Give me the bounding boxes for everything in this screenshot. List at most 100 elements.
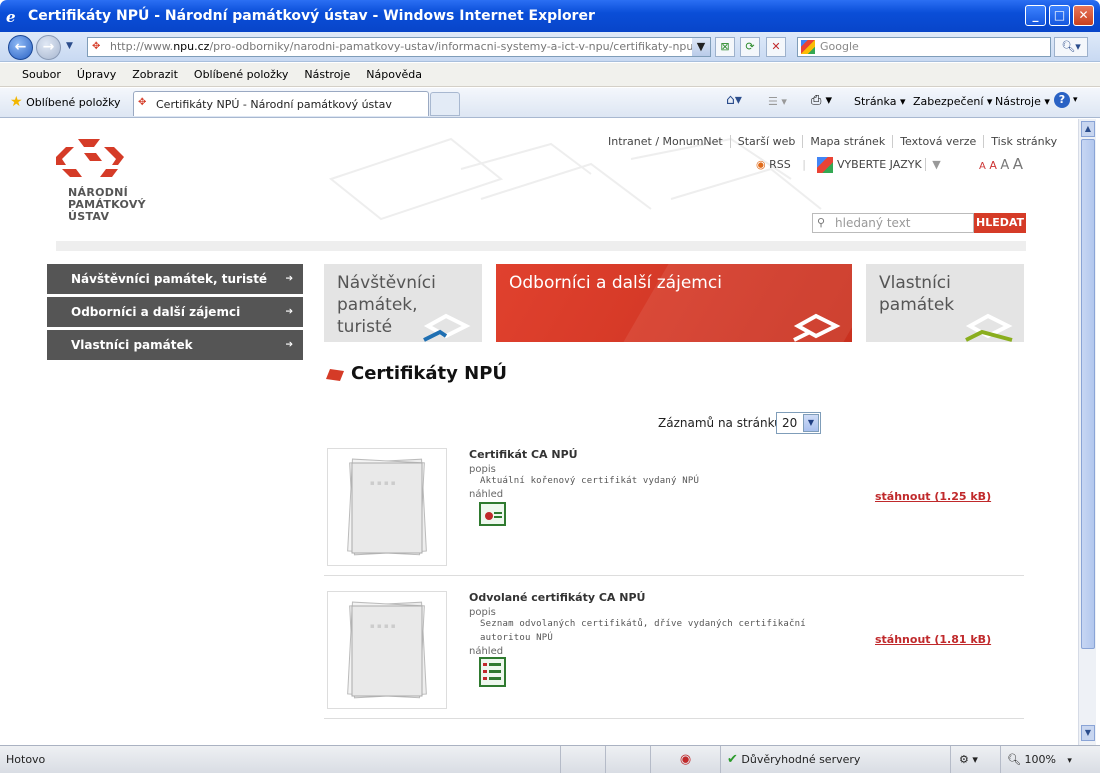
page-title: Certifikáty NPÚ	[351, 363, 508, 384]
link-sitemap[interactable]: Mapa stránek	[802, 135, 893, 148]
security-menu[interactable]: Zabezpečení ▾	[913, 95, 992, 108]
page-menu[interactable]: Stránka ▾	[854, 95, 905, 108]
download-link[interactable]: stáhnout (1.81 kB)	[875, 633, 991, 646]
zoom-control[interactable]: 🔍︎ 100% ▾	[1000, 746, 1096, 773]
download-link[interactable]: stáhnout (1.25 kB)	[875, 490, 991, 503]
star-icon: ★	[10, 94, 23, 110]
help-dropdown-icon[interactable]: ▾	[1073, 95, 1078, 105]
privacy-icon[interactable]: ◉	[650, 746, 720, 773]
back-button[interactable]: ←	[8, 35, 33, 60]
security-menu-label: Zabezpečení	[913, 95, 984, 108]
history-dropdown-icon[interactable]: ▼	[66, 41, 73, 51]
certificate-preview-icon[interactable]	[479, 502, 506, 526]
banner-owners[interactable]: Vlastníci památek	[866, 264, 1024, 342]
tools-menu[interactable]: Nástroje ▾	[995, 95, 1050, 108]
print-icon[interactable]: ⎙ ▾	[811, 93, 832, 108]
item-title: Odvolané certifikáty CA NPÚ	[469, 591, 646, 604]
menu-favorites[interactable]: Oblíbené položky	[194, 68, 289, 81]
search-go-icon[interactable]: 🔍︎▾	[1054, 37, 1088, 57]
left-menu-visitors[interactable]: Návštěvníci památek, turisté ➔	[47, 264, 303, 294]
banner-experts-icon	[793, 313, 841, 342]
zoom-icon: 🔍︎	[1007, 753, 1021, 766]
window-title: Certifikáty NPÚ - Národní památkový ústa…	[28, 8, 595, 24]
left-menu-experts-label: Odborníci a další zájemci	[71, 305, 241, 319]
browser-tab[interactable]: ✥ Certifikáty NPÚ - Národní památkový ús…	[133, 91, 429, 116]
refresh-icon[interactable]: ⟳	[740, 37, 760, 57]
banner-visitors[interactable]: Návštěvníci památek, turisté	[324, 264, 482, 342]
compatibility-view-icon[interactable]: ⊠	[715, 37, 735, 57]
ie-logo-icon: e	[6, 8, 16, 26]
menu-tools[interactable]: Nástroje	[304, 68, 350, 81]
font-size-small[interactable]: A	[979, 161, 986, 172]
menu-file[interactable]: Soubor	[22, 68, 61, 81]
left-menu-owners-label: Vlastníci památek	[71, 338, 193, 352]
address-input[interactable]: ✥ http://www.npu.cz/pro-odborniky/narodn…	[87, 37, 711, 57]
certificate-thumbnail[interactable]: ▪ ▪ ▪ ▪	[327, 448, 447, 566]
arrow-right-icon: ➔	[285, 340, 293, 350]
page-scrollbar[interactable]: ▲ ▼	[1078, 119, 1096, 745]
link-print[interactable]: Tisk stránky	[983, 135, 1065, 148]
search-icon: ⚲	[817, 216, 826, 229]
font-size-xlarge[interactable]: A	[1013, 155, 1023, 173]
url-prefix: http://www.	[110, 40, 174, 53]
tools-menu-label: Nástroje	[995, 95, 1041, 108]
logo-text: NÁRODNÍ PAMÁTKOVÝ ÚSTAV	[68, 187, 146, 223]
list-item: ▪ ▪ ▪ ▪ Odvolané certifikáty CA NPÚ popi…	[324, 591, 1024, 733]
site-search-button[interactable]: HLEDAT	[974, 213, 1026, 233]
language-label: VYBERTE JAZYK	[836, 158, 922, 171]
forward-button[interactable]: →	[36, 35, 61, 60]
left-menu-owners[interactable]: Vlastníci památek ➔	[47, 330, 303, 360]
home-icon[interactable]: ⌂▾	[726, 92, 742, 108]
list-item: ▪ ▪ ▪ ▪ Certifikát CA NPÚ popis Aktuální…	[324, 448, 1024, 590]
url-domain: npu.cz	[173, 40, 210, 53]
scroll-up-icon[interactable]: ▲	[1081, 121, 1095, 137]
left-menu-experts[interactable]: Odborníci a další zájemci ➔	[47, 297, 303, 327]
menu-view[interactable]: Zobrazit	[132, 68, 178, 81]
zoom-level: 100%	[1024, 753, 1056, 766]
font-size-normal[interactable]: A	[989, 159, 997, 172]
divider: |	[802, 158, 806, 171]
page-menu-label: Stránka	[854, 95, 897, 108]
font-size-large[interactable]: A	[1000, 158, 1009, 173]
item-title: Certifikát CA NPÚ	[469, 448, 578, 461]
banner-experts[interactable]: Odborníci a další zájemci	[496, 264, 852, 342]
scroll-thumb[interactable]	[1081, 139, 1095, 649]
new-tab-button[interactable]	[430, 92, 460, 116]
item-preview-label: náhled	[469, 489, 504, 500]
rss-link[interactable]: ◉ RSS	[756, 158, 791, 171]
link-old-web[interactable]: Starší web	[729, 135, 803, 148]
banner-owners-icon	[965, 313, 1013, 342]
site-search-input[interactable]: ⚲ hledaný text	[812, 213, 974, 233]
language-select[interactable]: VYBERTE JAZYK ▼	[817, 157, 941, 173]
certificate-thumbnail[interactable]: ▪ ▪ ▪ ▪	[327, 591, 447, 709]
maximize-button[interactable]: □	[1049, 5, 1070, 26]
security-zone[interactable]: ✔ Důvěryhodné servery	[720, 746, 950, 773]
banner-experts-label: Odborníci a další zájemci	[509, 273, 722, 293]
document-stack-icon: ▪ ▪ ▪ ▪	[347, 458, 427, 556]
menu-edit[interactable]: Úpravy	[77, 68, 116, 81]
arrow-right-icon: ➔	[285, 307, 293, 317]
scroll-down-icon[interactable]: ▼	[1081, 725, 1095, 741]
url-path: /pro-odborniky/narodni-pamatkovy-ustav/i…	[209, 40, 711, 53]
per-page-select[interactable]: 20 ▼	[776, 412, 821, 434]
link-text-version[interactable]: Textová verze	[892, 135, 984, 148]
status-bar: Hotovo ◉ ✔ Důvěryhodné servery ⚙ ▾ 🔍︎ 10…	[0, 745, 1100, 773]
site-favicon-icon: ✥	[92, 41, 101, 52]
help-icon[interactable]: ?	[1054, 92, 1070, 108]
arrow-right-icon: ➔	[285, 274, 293, 284]
svg-text:▪ ▪ ▪ ▪: ▪ ▪ ▪ ▪	[370, 622, 396, 630]
revocation-list-icon[interactable]	[479, 657, 506, 687]
search-input[interactable]: Google	[797, 37, 1051, 57]
feeds-icon[interactable]: ☰ ▾	[768, 95, 787, 108]
favorites-button[interactable]: ★ Oblíbené položky	[10, 94, 121, 110]
menu-bar: Soubor Úpravy Zobrazit Oblíbené položky …	[0, 63, 1100, 87]
menu-help[interactable]: Nápověda	[366, 68, 422, 81]
close-button[interactable]: ✕	[1073, 5, 1094, 26]
stop-icon[interactable]: ✕	[766, 37, 786, 57]
heading-bullet-icon	[326, 369, 344, 381]
banner-owners-label: Vlastníci památek	[879, 273, 955, 315]
link-intranet[interactable]: Intranet / MonumNet	[601, 135, 730, 148]
minimize-button[interactable]: _	[1025, 5, 1046, 26]
address-dropdown-icon[interactable]: ▼	[692, 38, 710, 56]
protected-mode-icon[interactable]: ⚙ ▾	[950, 746, 1000, 773]
